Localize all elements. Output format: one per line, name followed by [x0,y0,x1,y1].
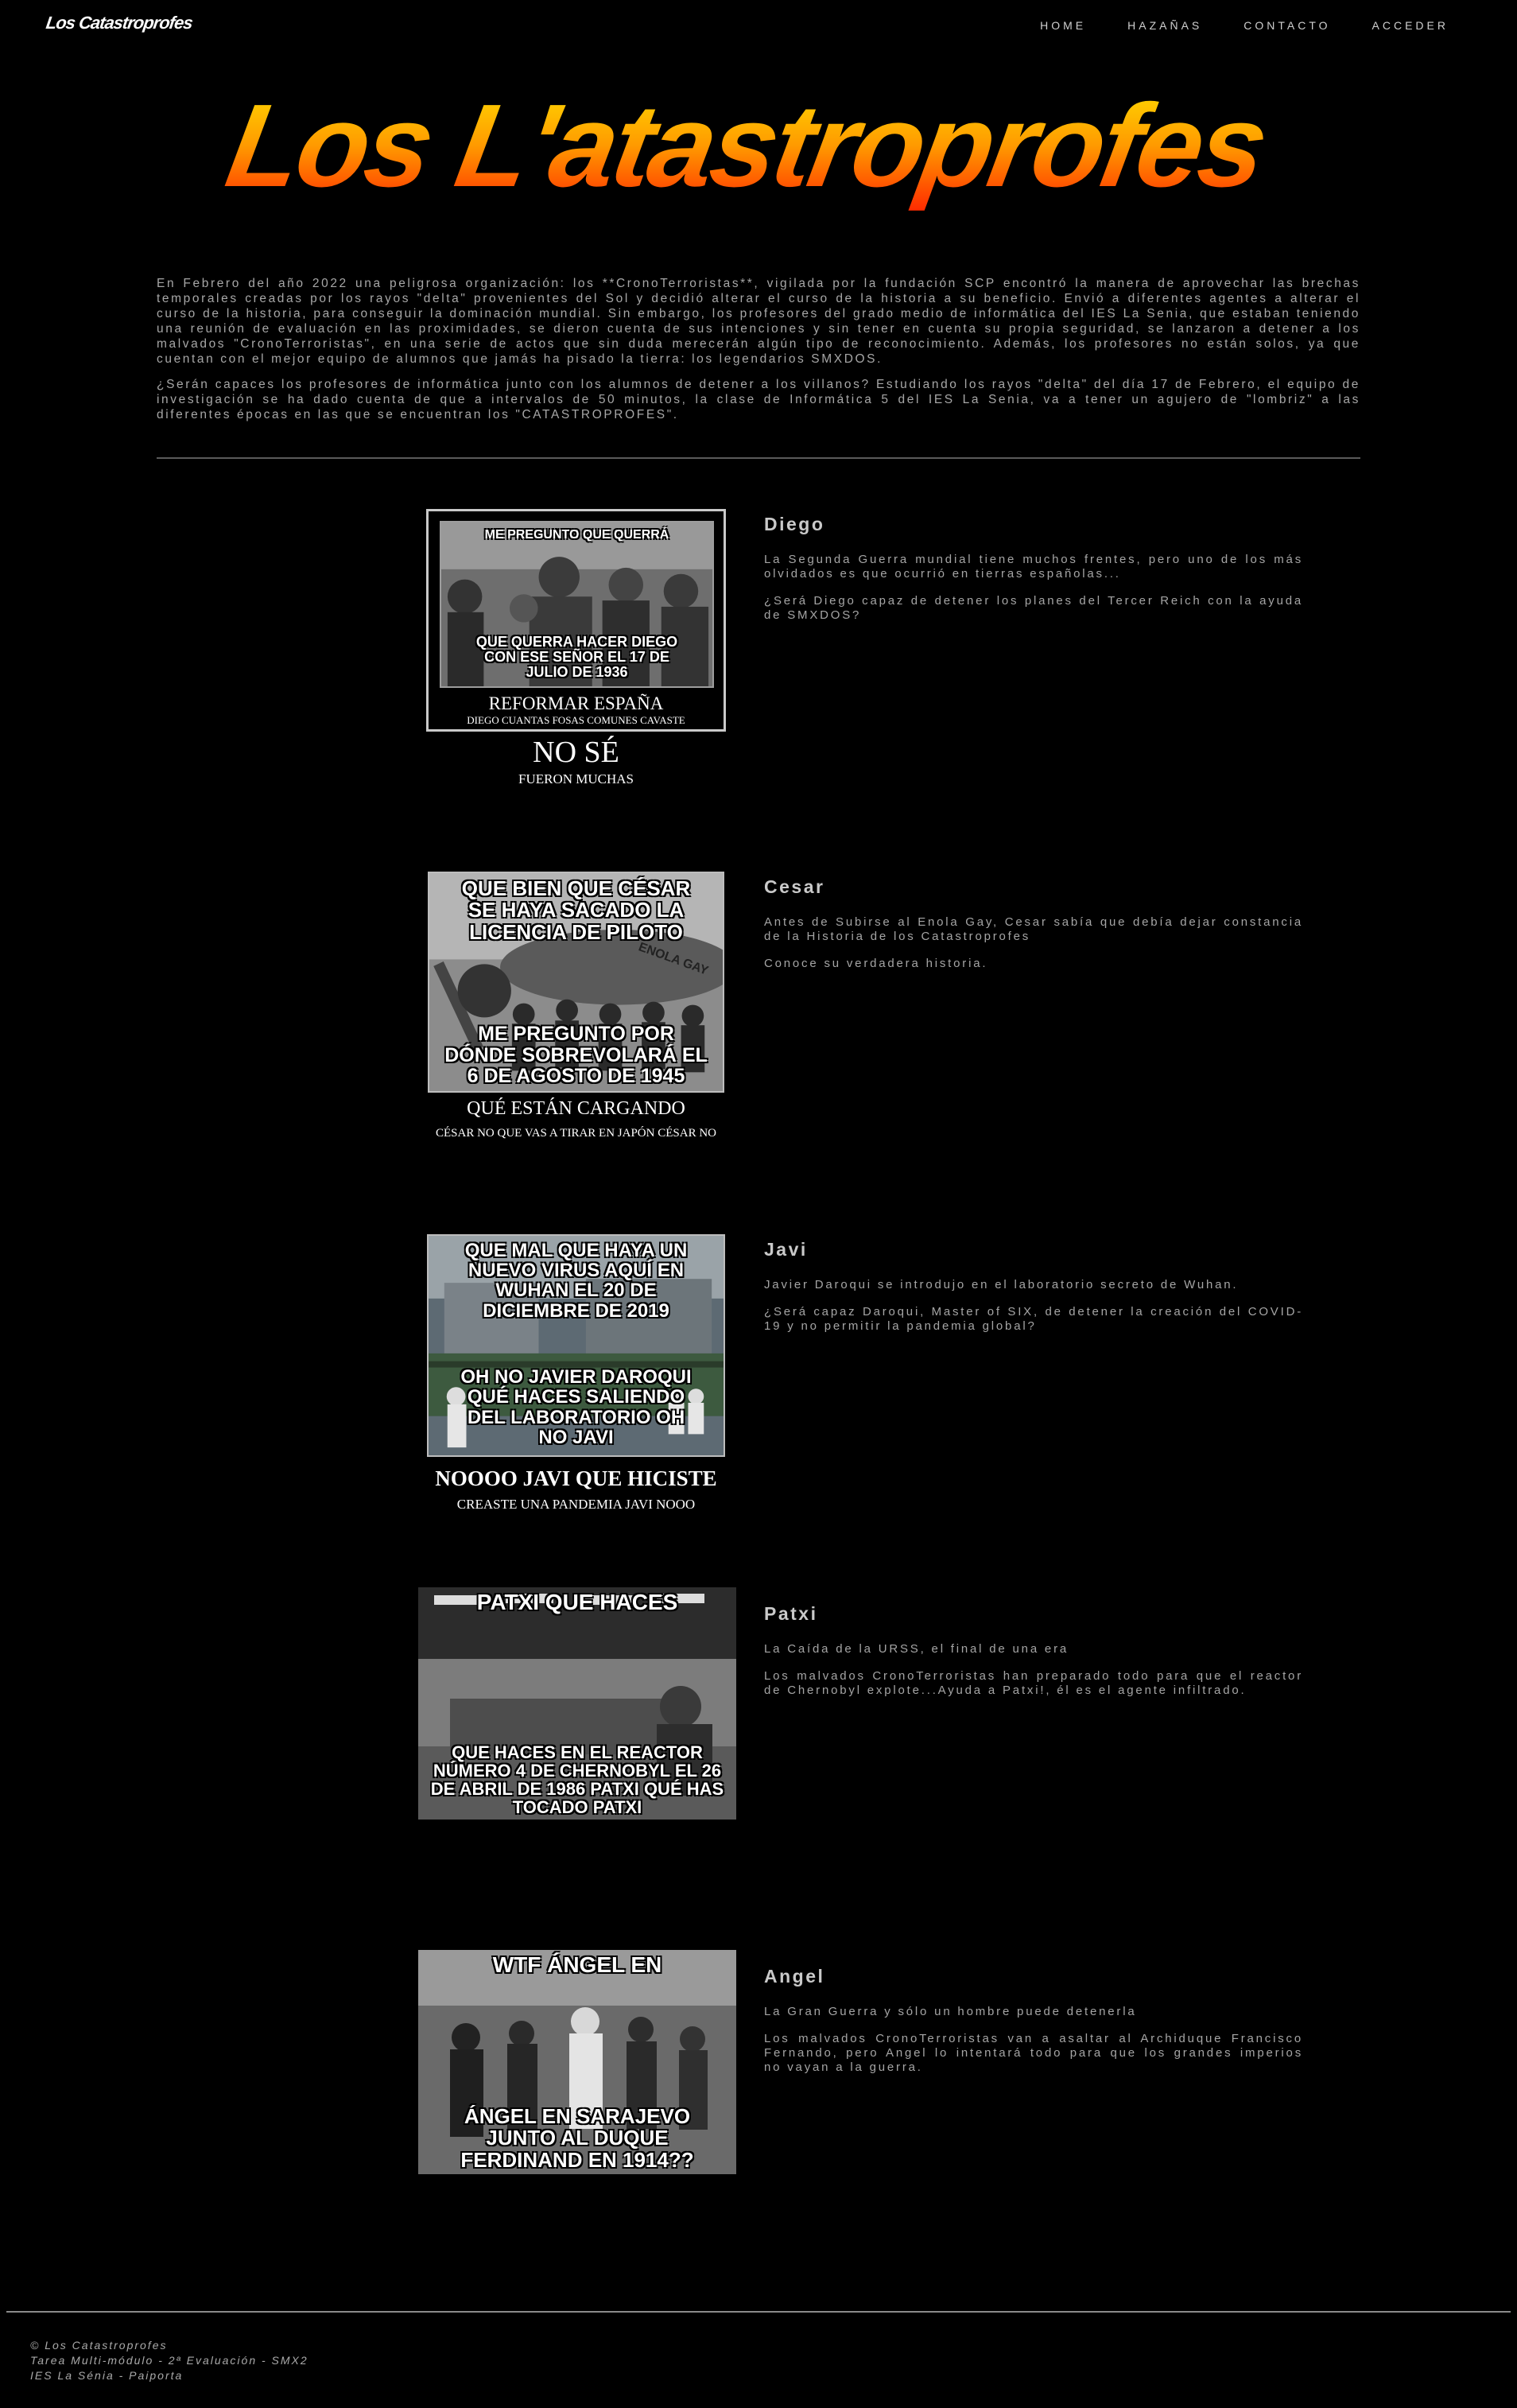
section-title: Cesar [764,876,825,897]
section-text-angel: Angel La Gran Guerra y sólo un hombre pu… [764,1966,1303,2088]
site-logo[interactable]: Los Catastroprofes [45,13,193,33]
section-text-cesar: Cesar Antes de Subirse al Enola Gay, Ces… [764,876,1303,984]
nav-contacto[interactable]: CONTACTO [1243,19,1330,32]
section-paragraph-2: ¿Será Diego capaz de detener los planes … [764,594,1303,622]
meme-caption-top: PATXI QUE HACES [476,1590,678,1614]
section-text-diego: Diego La Segunda Guerra mundial tiene mu… [764,514,1303,635]
meme-caption-top: WTF ÁNGEL EN [492,1952,662,1977]
section-title: Diego [764,514,825,534]
meme-caption-bottom: QUE HACES EN EL REACTOR NÚMERO 4 DE CHER… [430,1742,724,1817]
section-diego: ME PREGUNTO QUE QUERRÁ QUE QUERRA HACER … [0,509,1517,803]
meme-answer-subtitle: CREASTE UNA PANDEMIA JAVI NOOO [456,1497,696,1512]
section-paragraph-2: Conoce su verdadera historia. [764,957,988,970]
section-paragraph-2: Los malvados CronoTerroristas han prepar… [764,1669,1303,1697]
meme-caption-bottom: ÁNGEL EN SARAJEVO JUNTO AL DUQUE FERDINA… [460,2104,694,2172]
section-title: Javi [764,1239,808,1260]
section-paragraph-1: Antes de Subirse al Enola Gay, Cesar sab… [764,915,1303,943]
meme-caption-bottom: ME PREGUNTO POR DÓNDE SOBREVOLARÁ EL 6 D… [444,1023,708,1087]
section-paragraph-2: Los malvados CronoTerroristas van a asal… [764,2032,1303,2074]
section-cesar: ENOLA GAY QUE BIEN QUE CÉSAR SE HAYA SAC… [0,872,1517,1150]
meme-frame-subtitle: DIEGO CUANTAS FOSAS COMUNES CAVASTE [467,714,685,726]
meme-caption-top: QUE MAL QUE HAYA UN NUEVO VIRUS AQUÍ EN … [464,1240,688,1322]
meme-caption-top: QUE BIEN QUE CÉSAR SE HAYA SACADO LA LIC… [461,876,691,944]
meme-caption-bottom: OH NO JAVIER DAROQUI QUÉ HACES SALIENDO … [460,1366,692,1448]
hero-title-banner: Los L'atastroprofes [0,76,1517,235]
footer-divider [6,2311,1511,2313]
section-text-patxi: Patxi La Caída de la URSS, el final de u… [764,1603,1303,1711]
footer-copyright: © Los Catastroprofes [30,2339,168,2352]
meme-angel[interactable]: WTF ÁNGEL EN ÁNGEL EN SARAJEVO JUNTO AL … [418,1950,736,2174]
meme-answer-subtitle: FUERON MUCHAS [518,771,634,786]
section-patxi: PATXI QUE HACES QUE HACES EN EL REACTOR … [0,1587,1517,1826]
main-nav: HOME HAZAÑAS CONTACTO ACCEDER [1040,19,1449,32]
intro-paragraph-2: ¿Serán capaces los profesores de informá… [157,378,1360,421]
meme-patxi[interactable]: PATXI QUE HACES QUE HACES EN EL REACTOR … [418,1587,736,1820]
nav-hazanas[interactable]: HAZAÑAS [1127,19,1202,32]
footer: © Los Catastroprofes Tarea Multi-módulo … [30,2338,308,2383]
section-javi: QUE MAL QUE HAYA UN NUEVO VIRUS AQUÍ EN … [0,1234,1517,1521]
meme-caption-top: ME PREGUNTO QUE QUERRÁ [484,528,669,542]
nav-acceder[interactable]: ACCEDER [1372,19,1449,32]
meme-answer-title: NOOOO JAVI QUE HICISTE [435,1466,717,1490]
intro-text: En Febrero del año 2022 una peligrosa or… [157,276,1360,433]
section-paragraph-1: La Gran Guerra y sólo un hombre puede de… [764,2005,1137,2018]
divider [157,457,1360,459]
meme-answer-subtitle: CÉSAR NO QUE VAS A TIRAR EN JAPÓN CÉSAR … [436,1127,716,1140]
section-text-javi: Javi Javier Daroqui se introdujo en el l… [764,1239,1303,1346]
section-paragraph-1: La Caída de la URSS, el final de una era [764,1642,1069,1656]
meme-cesar[interactable]: ENOLA GAY QUE BIEN QUE CÉSAR SE HAYA SAC… [428,872,724,1093]
footer-task: Tarea Multi-módulo - 2ª Evaluación - SMX… [30,2354,308,2367]
section-angel: WTF ÁNGEL EN ÁNGEL EN SARAJEVO JUNTO AL … [0,1950,1517,2181]
section-title: Patxi [764,1603,818,1624]
meme-answer-title: NO SÉ [533,736,619,769]
nav-home[interactable]: HOME [1040,19,1086,32]
meme-frame-title: REFORMAR ESPAÑA [488,693,664,713]
section-paragraph-2: ¿Será capaz Daroqui, Master of SIX, de d… [764,1305,1303,1333]
section-paragraph-1: La Segunda Guerra mundial tiene muchos f… [764,553,1303,581]
section-title: Angel [764,1966,825,1987]
hero-title: Los L'atastroprofes [218,80,1275,212]
section-paragraph-1: Javier Daroqui se introdujo en el labora… [764,1278,1239,1291]
intro-paragraph-1: En Febrero del año 2022 una peligrosa or… [157,277,1360,366]
hero-title-text: Los L'atastroprofes [218,80,1275,212]
meme-diego[interactable]: ME PREGUNTO QUE QUERRÁ QUE QUERRA HACER … [426,509,726,732]
top-navbar: Los Catastroprofes HOME HAZAÑAS CONTACTO… [0,0,1517,52]
meme-javi[interactable]: QUE MAL QUE HAYA UN NUEVO VIRUS AQUÍ EN … [427,1234,725,1457]
meme-answer-title: QUÉ ESTÁN CARGANDO [467,1098,685,1119]
meme-caption-bottom: QUE QUERRA HACER DIEGO CON ESE SEÑOR EL … [475,634,678,681]
footer-school: IES La Sénia - Paiporta [30,2369,184,2382]
